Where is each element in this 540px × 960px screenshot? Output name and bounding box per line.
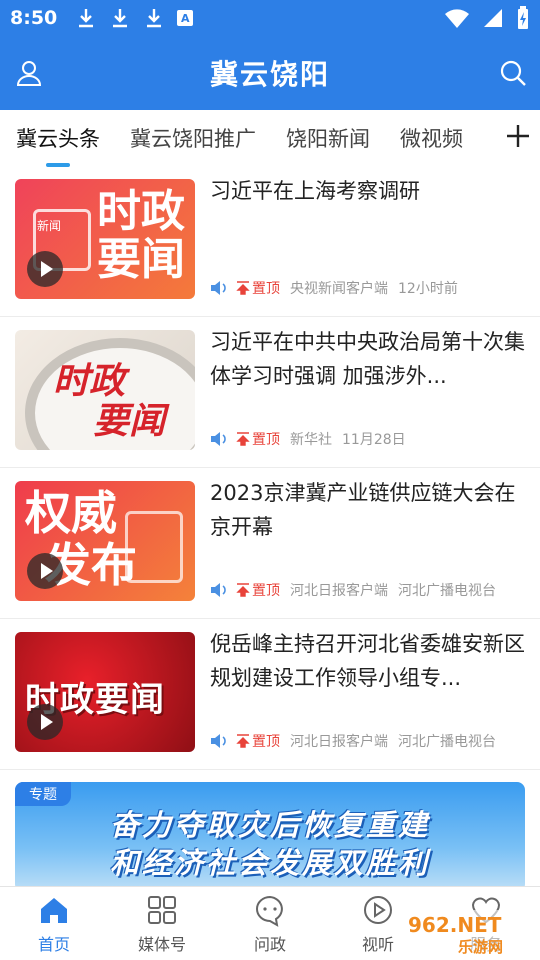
status-bar: 8:50 A — [0, 0, 540, 36]
news-time: 11月28日 — [342, 432, 406, 448]
pinned-badge: 置顶 — [236, 731, 280, 751]
tab-promotion[interactable]: 冀云饶阳推广 — [130, 123, 256, 153]
banner-line-1: 奋力夺取灾后恢复重建 — [109, 808, 430, 842]
speaker-icon[interactable] — [210, 280, 228, 296]
thumb-text: 时政 — [97, 186, 185, 237]
nav-label: 问政 — [253, 934, 286, 954]
channel-tabs: 冀云头条 冀云饶阳推广 饶阳新闻 微视频 — [0, 110, 540, 167]
news-feed: 新闻 时政 要闻 习近平在上海考察调研 置顶 央视新闻客户端 12小时前 时政 … — [0, 166, 540, 770]
news-thumbnail: 权威 发布 — [15, 481, 195, 601]
pin-top-icon — [236, 734, 250, 748]
pinned-badge: 置顶 — [236, 278, 280, 298]
app-header: 冀云饶阳 — [0, 36, 540, 110]
news-source: 河北日报客户端 — [290, 734, 388, 750]
add-channel-icon[interactable] — [504, 122, 532, 150]
grid-icon — [148, 895, 176, 924]
signal-icon — [484, 9, 502, 27]
nav-label: 首页 — [37, 934, 70, 954]
banner-line-2: 和经济社会发展双胜利 — [109, 846, 430, 880]
watermark-text: 962.NET — [408, 913, 502, 937]
news-thumbnail: 时政 要闻 — [15, 330, 195, 450]
notification-a-icon: A — [177, 10, 194, 26]
news-thumbnail: 新闻 时政 要闻 — [15, 179, 195, 299]
download-icon — [143, 7, 165, 29]
news-time: 河北广播电视台 — [398, 583, 496, 599]
nav-home[interactable]: 首页 — [0, 887, 108, 960]
app-title: 冀云饶阳 — [209, 58, 330, 91]
battery-icon — [518, 6, 528, 29]
news-source: 新华社 — [290, 432, 332, 448]
pinned-label: 置顶 — [252, 734, 280, 750]
news-item[interactable]: 时政 要闻 习近平在中共中央政治局第十次集体学习时强调 加强涉外... 置顶 新… — [0, 317, 540, 468]
speaker-icon[interactable] — [210, 733, 228, 749]
status-time: 8:50 — [10, 7, 58, 29]
download-icon — [109, 7, 131, 29]
download-icon — [75, 7, 97, 29]
news-item[interactable]: 新闻 时政 要闻 习近平在上海考察调研 置顶 央视新闻客户端 12小时前 — [0, 166, 540, 317]
news-title: 倪岳峰主持召开河北省委雄安新区规划建设工作领导小组专... — [210, 632, 525, 690]
speaker-icon[interactable] — [210, 431, 228, 447]
nav-label: 媒体号 — [137, 934, 186, 954]
news-meta: 置顶 河北日报客户端 河北广播电视台 — [210, 731, 496, 751]
pinned-badge: 置顶 — [236, 429, 280, 449]
news-meta: 置顶 央视新闻客户端 12小时前 — [210, 278, 458, 298]
home-icon — [41, 897, 67, 923]
pin-top-icon — [236, 583, 250, 597]
news-title: 习近平在上海考察调研 — [210, 179, 420, 203]
tab-micro-video[interactable]: 微视频 — [400, 123, 463, 153]
play-icon — [27, 251, 63, 287]
special-topic-banner[interactable]: 专题 奋力夺取灾后恢复重建 和经济社会发展双胜利 — [15, 782, 525, 892]
pinned-badge: 置顶 — [236, 580, 280, 600]
wifi-icon — [445, 9, 469, 28]
news-time: 河北广播电视台 — [398, 734, 496, 750]
news-source: 河北日报客户端 — [290, 583, 388, 599]
news-source: 央视新闻客户端 — [290, 281, 388, 297]
pinned-label: 置顶 — [252, 583, 280, 599]
thumb-small-label: 新闻 — [37, 219, 62, 233]
play-circle-icon — [364, 895, 392, 924]
play-icon — [27, 704, 63, 740]
search-icon[interactable] — [498, 58, 528, 88]
pinned-label: 置顶 — [252, 281, 280, 297]
news-thumbnail: 时政要闻 — [15, 632, 195, 752]
news-title: 2023京津冀产业链供应链大会在京开幕 — [210, 481, 516, 539]
nav-inquiry[interactable]: 问政 — [216, 887, 324, 960]
pin-top-icon — [236, 281, 250, 295]
news-title: 习近平在中共中央政治局第十次集体学习时强调 加强涉外... — [210, 330, 525, 388]
pinned-label: 置顶 — [252, 432, 280, 448]
news-item[interactable]: 权威 发布 2023京津冀产业链供应链大会在京开幕 置顶 河北日报客户端 河北广… — [0, 468, 540, 619]
news-time: 12小时前 — [398, 281, 458, 297]
play-icon — [27, 553, 63, 589]
pin-top-icon — [236, 432, 250, 446]
news-meta: 置顶 河北日报客户端 河北广播电视台 — [210, 580, 496, 600]
site-watermark: 962.NET 乐游网 — [402, 910, 536, 956]
thumb-text: 权威 — [25, 486, 117, 540]
tab-headlines[interactable]: 冀云头条 — [16, 123, 100, 167]
nav-media[interactable]: 媒体号 — [108, 887, 216, 960]
thumb-text: 要闻 — [97, 234, 185, 285]
chat-icon — [256, 895, 283, 927]
speaker-icon[interactable] — [210, 582, 228, 598]
watermark-text: 乐游网 — [458, 938, 503, 956]
user-icon[interactable] — [14, 58, 44, 88]
nav-label: 视听 — [361, 934, 394, 954]
tab-local-news[interactable]: 饶阳新闻 — [286, 123, 370, 153]
news-meta: 置顶 新华社 11月28日 — [210, 429, 406, 449]
thumb-text: 要闻 — [93, 401, 166, 442]
news-item[interactable]: 时政要闻 倪岳峰主持召开河北省委雄安新区规划建设工作领导小组专... 置顶 河北… — [0, 619, 540, 770]
